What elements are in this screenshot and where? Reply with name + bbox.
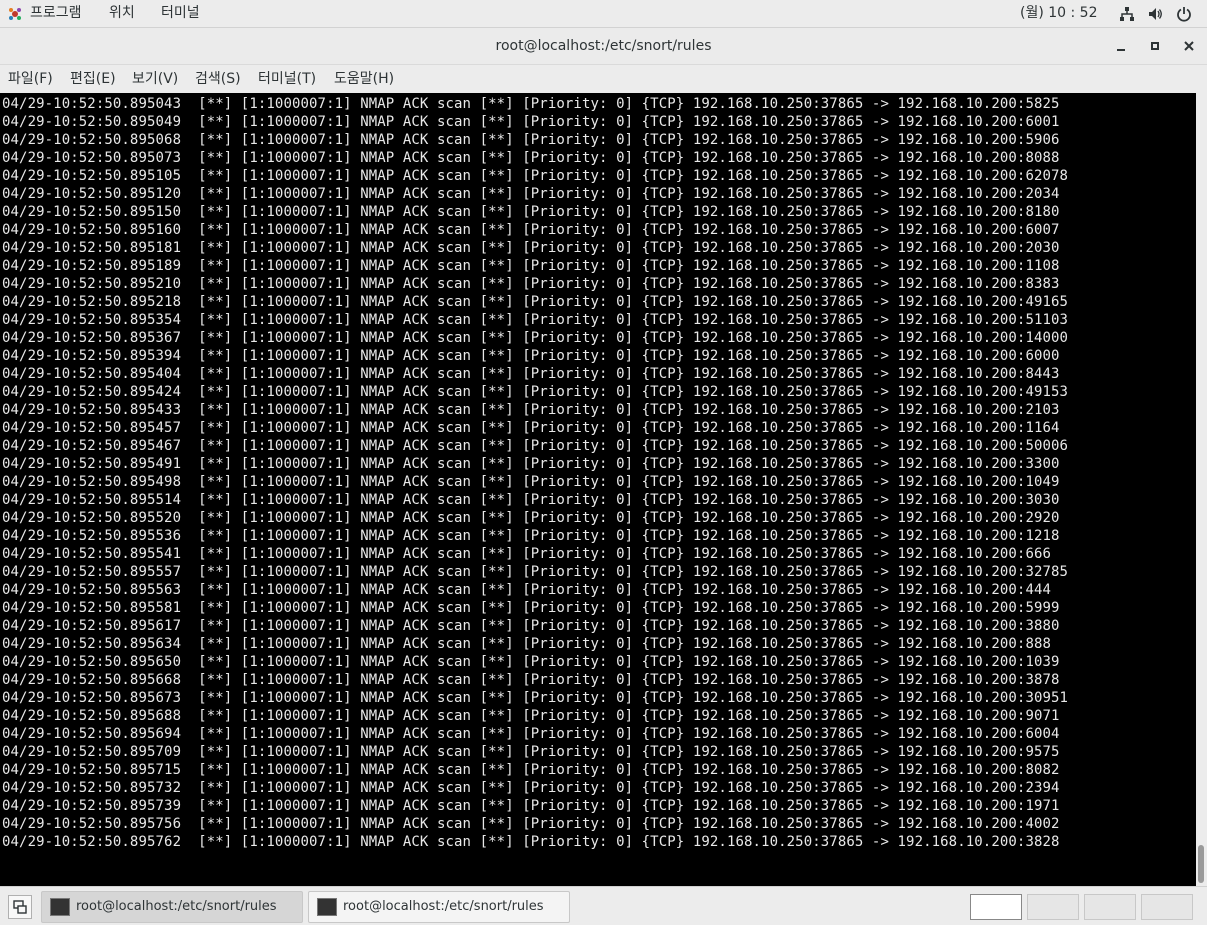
top-panel: 프로그램 위치 터미널 (월) 10 : 52 xyxy=(0,0,1207,28)
log-line: 04/29-10:52:50.895541 [**] [1:1000007:1]… xyxy=(2,546,1052,562)
places-menu[interactable]: 위치 xyxy=(109,0,135,27)
log-line: 04/29-10:52:50.895563 [**] [1:1000007:1]… xyxy=(2,582,1052,598)
log-line: 04/29-10:52:50.895694 [**] [1:1000007:1]… xyxy=(2,726,1060,742)
terminal-app-menu[interactable]: 터미널 xyxy=(161,0,200,27)
terminal-output[interactable]: 04/29-10:52:50.895043 [**] [1:1000007:1]… xyxy=(0,93,1196,886)
network-icon[interactable] xyxy=(1119,6,1135,22)
scrollbar-thumb[interactable] xyxy=(1198,845,1204,883)
log-lines: 04/29-10:52:50.895043 [**] [1:1000007:1]… xyxy=(2,95,1068,851)
terminal-icon xyxy=(50,898,70,916)
task-terminal-1[interactable]: root@localhost:/etc/snort/rules xyxy=(41,891,303,923)
minimize-button[interactable] xyxy=(1111,36,1131,56)
log-line: 04/29-10:52:50.895732 [**] [1:1000007:1]… xyxy=(2,780,1060,796)
log-line: 04/29-10:52:50.895218 [**] [1:1000007:1]… xyxy=(2,294,1069,310)
log-line: 04/29-10:52:50.895120 [**] [1:1000007:1]… xyxy=(2,186,1060,202)
log-line: 04/29-10:52:50.895756 [**] [1:1000007:1]… xyxy=(2,816,1060,832)
log-line: 04/29-10:52:50.895514 [**] [1:1000007:1]… xyxy=(2,492,1060,508)
minimize-icon xyxy=(1117,49,1125,51)
log-line: 04/29-10:52:50.895394 [**] [1:1000007:1]… xyxy=(2,348,1060,364)
workspace-2[interactable] xyxy=(1027,894,1079,920)
log-line: 04/29-10:52:50.895617 [**] [1:1000007:1]… xyxy=(2,618,1060,634)
log-line: 04/29-10:52:50.895150 [**] [1:1000007:1]… xyxy=(2,204,1060,220)
volume-icon[interactable] xyxy=(1147,6,1163,22)
show-desktop-button[interactable] xyxy=(8,895,32,919)
task-label: root@localhost:/etc/snort/rules xyxy=(343,899,544,914)
workspace-3[interactable] xyxy=(1084,894,1136,920)
log-line: 04/29-10:52:50.895668 [**] [1:1000007:1]… xyxy=(2,672,1060,688)
menu-help[interactable]: 도움말(H) xyxy=(334,65,394,93)
log-line: 04/29-10:52:50.895160 [**] [1:1000007:1]… xyxy=(2,222,1060,238)
bottom-panel: root@localhost:/etc/snort/rules root@loc… xyxy=(0,886,1207,925)
terminal-icon xyxy=(317,898,337,916)
window-titlebar[interactable]: root@localhost:/etc/snort/rules xyxy=(0,28,1207,65)
log-line: 04/29-10:52:50.895073 [**] [1:1000007:1]… xyxy=(2,150,1060,166)
maximize-button[interactable] xyxy=(1145,36,1165,56)
log-line: 04/29-10:52:50.895520 [**] [1:1000007:1]… xyxy=(2,510,1060,526)
log-line: 04/29-10:52:50.895457 [**] [1:1000007:1]… xyxy=(2,420,1060,436)
log-line: 04/29-10:52:50.895354 [**] [1:1000007:1]… xyxy=(2,312,1069,328)
log-line: 04/29-10:52:50.895105 [**] [1:1000007:1]… xyxy=(2,168,1069,184)
log-line: 04/29-10:52:50.895762 [**] [1:1000007:1]… xyxy=(2,834,1060,850)
log-line: 04/29-10:52:50.895650 [**] [1:1000007:1]… xyxy=(2,654,1060,670)
log-line: 04/29-10:52:50.895367 [**] [1:1000007:1]… xyxy=(2,330,1069,346)
scrollbar[interactable] xyxy=(1196,93,1207,886)
menu-file[interactable]: 파일(F) xyxy=(8,65,53,93)
log-line: 04/29-10:52:50.895424 [**] [1:1000007:1]… xyxy=(2,384,1069,400)
log-line: 04/29-10:52:50.895557 [**] [1:1000007:1]… xyxy=(2,564,1069,580)
log-line: 04/29-10:52:50.895498 [**] [1:1000007:1]… xyxy=(2,474,1060,490)
log-line: 04/29-10:52:50.895043 [**] [1:1000007:1]… xyxy=(2,96,1060,112)
log-line: 04/29-10:52:50.895673 [**] [1:1000007:1]… xyxy=(2,690,1069,706)
menu-terminal[interactable]: 터미널(T) xyxy=(258,65,316,93)
log-line: 04/29-10:52:50.895739 [**] [1:1000007:1]… xyxy=(2,798,1060,814)
workspace-4[interactable] xyxy=(1141,894,1193,920)
workspace-1[interactable] xyxy=(970,894,1022,920)
menubar: 파일(F) 편집(E) 보기(V) 검색(S) 터미널(T) 도움말(H) xyxy=(0,65,1207,93)
log-line: 04/29-10:52:50.895536 [**] [1:1000007:1]… xyxy=(2,528,1060,544)
close-button[interactable] xyxy=(1179,36,1199,56)
log-line: 04/29-10:52:50.895491 [**] [1:1000007:1]… xyxy=(2,456,1060,472)
task-label: root@localhost:/etc/snort/rules xyxy=(76,899,277,914)
log-line: 04/29-10:52:50.895688 [**] [1:1000007:1]… xyxy=(2,708,1060,724)
menu-search[interactable]: 검색(S) xyxy=(195,65,241,93)
log-line: 04/29-10:52:50.895404 [**] [1:1000007:1]… xyxy=(2,366,1060,382)
programs-menu[interactable]: 프로그램 xyxy=(30,0,82,27)
window-title: root@localhost:/etc/snort/rules xyxy=(495,38,712,54)
log-line: 04/29-10:52:50.895210 [**] [1:1000007:1]… xyxy=(2,276,1060,292)
clock[interactable]: (월) 10 : 52 xyxy=(1020,0,1098,27)
log-line: 04/29-10:52:50.895709 [**] [1:1000007:1]… xyxy=(2,744,1060,760)
task-terminal-2[interactable]: root@localhost:/etc/snort/rules xyxy=(308,891,570,923)
log-line: 04/29-10:52:50.895581 [**] [1:1000007:1]… xyxy=(2,600,1060,616)
log-line: 04/29-10:52:50.895068 [**] [1:1000007:1]… xyxy=(2,132,1060,148)
log-line: 04/29-10:52:50.895715 [**] [1:1000007:1]… xyxy=(2,762,1060,778)
log-line: 04/29-10:52:50.895634 [**] [1:1000007:1]… xyxy=(2,636,1052,652)
log-line: 04/29-10:52:50.895189 [**] [1:1000007:1]… xyxy=(2,258,1060,274)
maximize-icon xyxy=(1151,42,1159,50)
menu-edit[interactable]: 편집(E) xyxy=(70,65,116,93)
close-icon xyxy=(1184,41,1194,51)
log-line: 04/29-10:52:50.895467 [**] [1:1000007:1]… xyxy=(2,438,1069,454)
log-line: 04/29-10:52:50.895049 [**] [1:1000007:1]… xyxy=(2,114,1060,130)
log-line: 04/29-10:52:50.895181 [**] [1:1000007:1]… xyxy=(2,240,1060,256)
show-desktop-icon xyxy=(13,900,27,914)
apps-icon[interactable] xyxy=(7,6,23,22)
log-line: 04/29-10:52:50.895433 [**] [1:1000007:1]… xyxy=(2,402,1060,418)
power-icon[interactable] xyxy=(1176,6,1192,22)
menu-view[interactable]: 보기(V) xyxy=(132,65,178,93)
